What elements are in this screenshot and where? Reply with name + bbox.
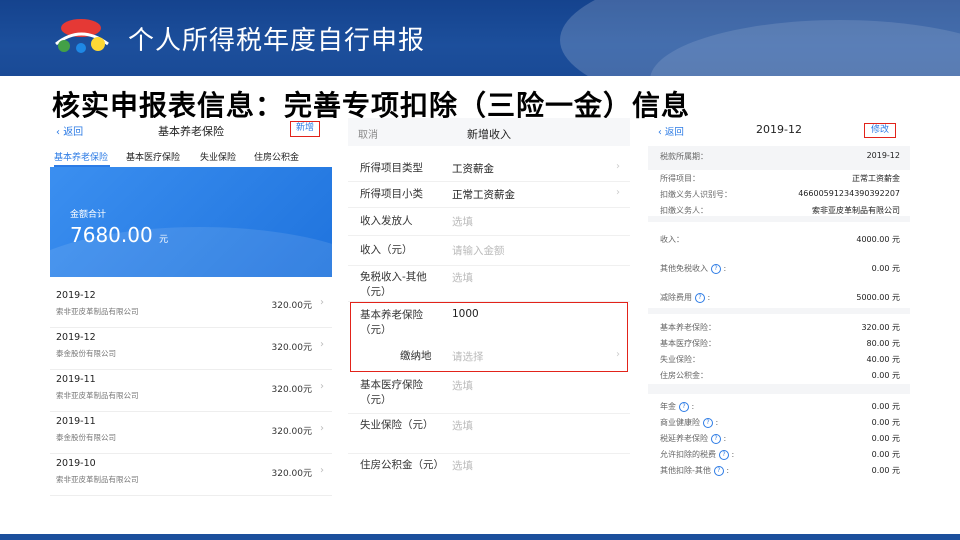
detail-row: 所得项目： 正常工资薪金: [660, 174, 900, 183]
housing-fund-field[interactable]: 住房公积金（元） 选填: [348, 454, 630, 494]
income-detail-screen: ‹ 返回 2019-12 修改 税款所属期： 2019-12 所得项目： 正常工…: [648, 118, 910, 496]
detail-row: 减除费用? : 5000.00 元: [660, 292, 900, 303]
income-subtype-field[interactable]: 所得项目小类 正常工资薪金 ›: [348, 182, 630, 208]
tab-medical[interactable]: 基本医疗保险: [126, 150, 180, 163]
total-amount: 7680.00 元: [70, 223, 169, 247]
income-type-field[interactable]: 所得项目类型 工资薪金 ›: [348, 156, 630, 182]
list-item[interactable]: 2019-12 泰金股份有限公司 320.00元 ›: [50, 328, 332, 370]
nav-bar: 取消 新增收入: [348, 118, 630, 146]
tab-pension[interactable]: 基本养老保险: [54, 150, 108, 163]
detail-row: 税延养老保险? : 0.00 元: [660, 433, 900, 444]
edit-button[interactable]: 修改: [864, 123, 896, 138]
help-icon[interactable]: ?: [695, 292, 705, 303]
chevron-right-icon: ›: [320, 381, 324, 392]
chevron-right-icon: ›: [616, 187, 620, 198]
nav-bar: ‹ 返回 基本养老保险 新增: [50, 118, 332, 142]
detail-row: 税款所属期： 2019-12: [660, 151, 900, 161]
total-label: 金额合计: [70, 210, 107, 220]
detail-row: 失业保险： 40.00 元: [660, 355, 900, 364]
chevron-right-icon: ›: [320, 339, 324, 350]
chevron-right-icon: ›: [320, 297, 324, 308]
detail-row: 扣缴义务人： 索非亚皮革制品有限公司: [660, 206, 900, 215]
detail-row: 年金? : 0.00 元: [660, 401, 900, 412]
help-icon[interactable]: ?: [719, 449, 729, 460]
tab-bar: 基本养老保险 基本医疗保险 失业保险 住房公积金: [50, 146, 332, 167]
help-icon[interactable]: ?: [711, 433, 721, 444]
add-income-screen: 取消 新增收入 所得项目类型 工资薪金 › 所得项目小类 正常工资薪金 › 收入…: [348, 118, 630, 496]
help-icon[interactable]: ?: [711, 263, 721, 274]
detail-row: 商业健康险? : 0.00 元: [660, 417, 900, 428]
footer-bar: [0, 534, 960, 540]
list-item[interactable]: 2019-12 索非亚皮革制品有限公司 320.00元 ›: [50, 286, 332, 328]
detail-row: 基本医疗保险： 80.00 元: [660, 339, 900, 348]
detail-row: 其他免税收入? : 0.00 元: [660, 263, 900, 274]
total-card: 金额合计 7680.00 元: [50, 167, 332, 277]
list-item[interactable]: 2019-11 泰金股份有限公司 320.00元 ›: [50, 412, 332, 454]
slide: 个人所得税年度自行申报 核实申报表信息：完善专项扣除（三险一金）信息 ‹ 返回 …: [0, 0, 960, 540]
medical-insurance-field[interactable]: 基本医疗保险（元） 选填: [348, 374, 630, 414]
logo-icon: [55, 19, 109, 53]
list-item[interactable]: 2019-10 索非亚皮革制品有限公司 320.00元 ›: [50, 454, 332, 496]
chevron-right-icon: ›: [616, 161, 620, 172]
detail-row: 扣缴义务人识别号： 46600591234390392207: [660, 189, 900, 199]
tab-housing-fund[interactable]: 住房公积金: [254, 150, 299, 163]
list-item[interactable]: 2019-11 索非亚皮革制品有限公司 320.00元 ›: [50, 370, 332, 412]
screen-title: 新增收入: [467, 128, 511, 141]
chevron-right-icon: ›: [320, 423, 324, 434]
chevron-right-icon: ›: [320, 465, 324, 476]
detail-row: 其他扣除-其他? : 0.00 元: [660, 465, 900, 476]
income-amount-field[interactable]: 收入（元） 请输入金额: [348, 236, 630, 266]
nav-bar: ‹ 返回 2019-12 修改: [648, 118, 910, 142]
add-button[interactable]: 新增: [290, 121, 320, 137]
help-icon[interactable]: ?: [703, 417, 713, 428]
page-title: 个人所得税年度自行申报: [128, 26, 426, 56]
help-icon[interactable]: ?: [679, 401, 689, 412]
detail-row: 住房公积金： 0.00 元: [660, 371, 900, 380]
help-icon[interactable]: ?: [713, 465, 724, 476]
payer-field[interactable]: 收入发放人 选填: [348, 208, 630, 236]
tab-unemployment[interactable]: 失业保险: [200, 150, 236, 163]
detail-row: 基本养老保险： 320.00 元: [660, 323, 900, 332]
detail-row: 允许扣除的税费? : 0.00 元: [660, 449, 900, 460]
tax-free-income-field[interactable]: 免税收入-其他（元） 选填: [348, 266, 630, 302]
highlight-box: [350, 302, 628, 372]
unemployment-insurance-field[interactable]: 失业保险（元） 选填: [348, 414, 630, 454]
pension-list-screen: ‹ 返回 基本养老保险 新增 基本养老保险 基本医疗保险 失业保险 住房公积金 …: [50, 118, 332, 496]
detail-row: 收入： 4000.00 元: [660, 235, 900, 244]
header-band: 个人所得税年度自行申报: [0, 0, 960, 76]
